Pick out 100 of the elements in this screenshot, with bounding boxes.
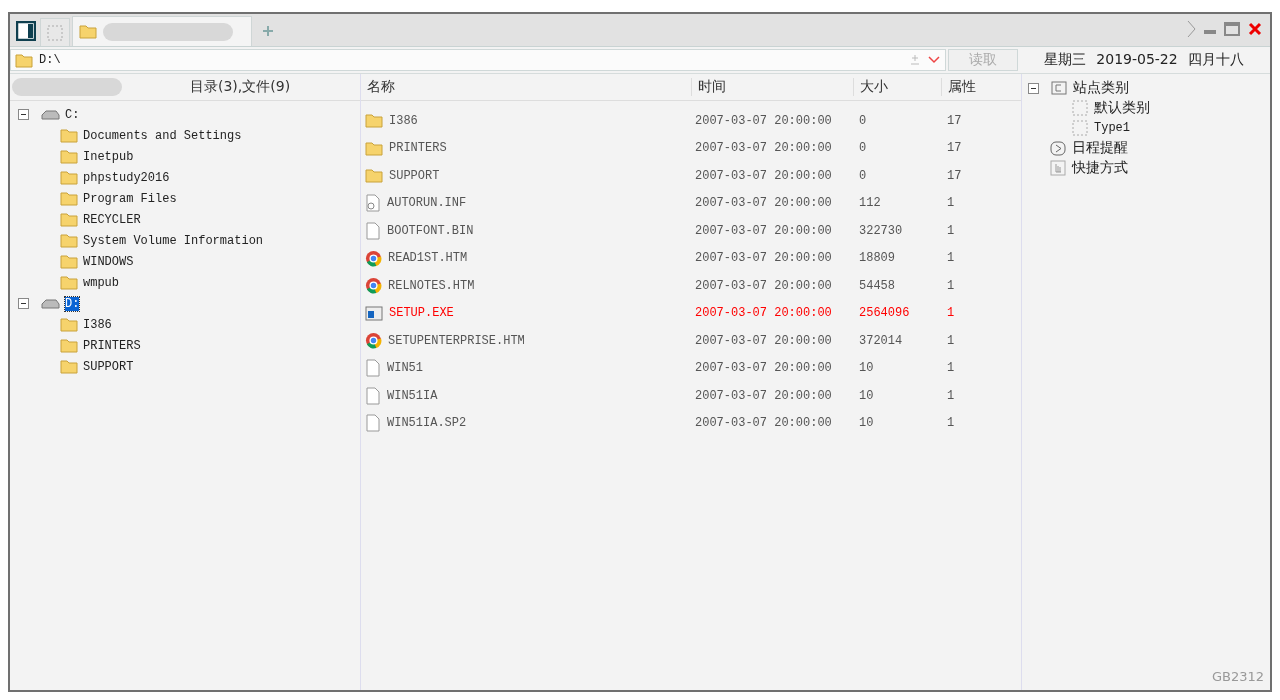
time-cell-text: 2007-03-07 20:00:00 bbox=[694, 168, 833, 183]
size-cell-text: 0 bbox=[858, 141, 868, 156]
file-name-cell[interactable]: RELNOTES.HTM bbox=[361, 277, 691, 295]
document-icon bbox=[365, 221, 381, 240]
file-name-cell[interactable]: SUPPORT bbox=[361, 168, 691, 184]
time-cell-text: 2007-03-07 20:00:00 bbox=[694, 388, 833, 403]
size-cell-text: 2564096 bbox=[858, 306, 911, 321]
size-cell-text: 372014 bbox=[858, 333, 904, 348]
sidebar-toggle-icon[interactable] bbox=[14, 19, 38, 43]
document-icon bbox=[365, 386, 381, 405]
file-name-cell[interactable]: READ1ST.HTM bbox=[361, 249, 691, 267]
lunar-date-text: 四月十八 bbox=[1187, 51, 1244, 69]
tree-item[interactable]: Documents and Settings bbox=[83, 128, 242, 143]
dotted-square-icon bbox=[1072, 120, 1088, 136]
drive-icon bbox=[40, 297, 60, 310]
attribute-cell-text: 1 bbox=[946, 278, 956, 293]
file-name-cell[interactable]: WIN51 bbox=[361, 359, 691, 378]
folder-icon bbox=[60, 149, 78, 164]
attribute-cell-text: 1 bbox=[946, 223, 956, 238]
time-cell-text: 2007-03-07 20:00:00 bbox=[694, 361, 833, 376]
tree-item[interactable]: 站点类别 bbox=[1073, 79, 1129, 97]
plus-minus-icon[interactable] bbox=[909, 54, 921, 66]
folder-icon bbox=[365, 140, 383, 156]
category-icon bbox=[1051, 81, 1067, 95]
file-name-cell[interactable]: I386 bbox=[361, 113, 691, 129]
attribute-cell-text: 1 bbox=[946, 333, 956, 348]
tree-item[interactable]: Type1 bbox=[1094, 121, 1130, 135]
collapse-toggle-icon[interactable] bbox=[1028, 82, 1039, 94]
address-field[interactable]: D:\ bbox=[10, 49, 946, 71]
globe-icon bbox=[365, 249, 382, 267]
file-name-cell[interactable]: WIN51IA bbox=[361, 386, 691, 405]
folder-icon bbox=[365, 113, 383, 129]
column-header[interactable]: 名称 bbox=[361, 78, 691, 96]
tree-item[interactable]: SUPPORT bbox=[83, 359, 134, 374]
tree-item[interactable]: Program Files bbox=[83, 191, 177, 206]
tree-item[interactable]: C: bbox=[65, 107, 80, 122]
tree-item[interactable]: Inetpub bbox=[83, 149, 134, 164]
count-label: 目录(3),文件(9) bbox=[190, 78, 291, 96]
time-cell-text: 2007-03-07 20:00:00 bbox=[694, 113, 833, 128]
tree-item[interactable]: WINDOWS bbox=[83, 254, 134, 269]
chevron-right-icon[interactable] bbox=[1186, 20, 1196, 38]
tree-item[interactable]: 默认类别 bbox=[1094, 99, 1150, 117]
date-text: 2019-05-22 bbox=[1096, 51, 1178, 69]
folder-icon bbox=[60, 359, 78, 374]
time-cell-text: 2007-03-07 20:00:00 bbox=[694, 416, 833, 431]
document-icon bbox=[365, 414, 381, 433]
tree-item[interactable]: System Volume Information bbox=[83, 233, 264, 248]
size-cell-text: 0 bbox=[858, 168, 868, 183]
attribute-cell-text: 1 bbox=[946, 306, 956, 321]
document-icon bbox=[365, 359, 381, 378]
dotted-square-icon bbox=[1072, 100, 1088, 116]
tree-item[interactable]: phpstudy2016 bbox=[83, 170, 170, 185]
column-header[interactable]: 大小 bbox=[853, 78, 941, 96]
time-cell-text: 2007-03-07 20:00:00 bbox=[694, 196, 833, 211]
attribute-cell-text: 1 bbox=[946, 251, 956, 266]
file-name-cell[interactable]: BOOTFONT.BIN bbox=[361, 221, 691, 240]
folder-icon bbox=[79, 24, 97, 39]
tree-item[interactable]: 日程提醒 bbox=[1072, 139, 1128, 157]
play-badge-icon bbox=[1050, 140, 1066, 156]
file-name-cell[interactable]: SETUPENTERPRISE.HTM bbox=[361, 332, 691, 350]
tree-item[interactable]: RECYCLER bbox=[83, 212, 141, 227]
tree-item[interactable]: I386 bbox=[83, 317, 112, 332]
size-cell-text: 0 bbox=[858, 113, 868, 128]
folder-icon bbox=[60, 254, 78, 269]
size-cell-text: 112 bbox=[858, 196, 882, 211]
folder-icon bbox=[60, 128, 78, 143]
attribute-cell-text: 1 bbox=[946, 388, 956, 403]
folder-icon bbox=[60, 233, 78, 248]
folder-icon bbox=[60, 212, 78, 227]
attribute-cell-text: 1 bbox=[946, 416, 956, 431]
time-cell-text: 2007-03-07 20:00:00 bbox=[694, 251, 833, 266]
column-header[interactable]: 属性 bbox=[941, 78, 1021, 96]
size-cell-text: 10 bbox=[858, 416, 875, 431]
attribute-cell-text: 1 bbox=[946, 196, 956, 211]
size-cell-text: 18809 bbox=[858, 251, 896, 266]
collapse-toggle-icon[interactable] bbox=[18, 109, 29, 120]
folder-icon bbox=[365, 168, 383, 184]
close-icon[interactable] bbox=[1248, 22, 1262, 36]
tree-item[interactable]: PRINTERS bbox=[83, 338, 141, 353]
folder-icon bbox=[15, 52, 33, 68]
file-name-cell[interactable]: WIN51IA.SP2 bbox=[361, 414, 691, 433]
file-name-cell[interactable]: SETUP.EXE bbox=[361, 305, 691, 321]
size-cell-text: 322730 bbox=[858, 223, 904, 238]
maximize-icon[interactable] bbox=[1224, 22, 1240, 36]
application-icon bbox=[365, 305, 383, 321]
tree-item[interactable]: 快捷方式 bbox=[1072, 159, 1128, 177]
file-name-cell[interactable]: AUTORUN.INF bbox=[361, 194, 691, 213]
file-name-cell[interactable]: PRINTERS bbox=[361, 140, 691, 156]
attribute-cell-text: 1 bbox=[946, 361, 956, 376]
globe-icon bbox=[365, 332, 382, 350]
collapse-toggle-icon[interactable] bbox=[18, 298, 29, 309]
tree-item[interactable]: D: bbox=[65, 296, 80, 311]
dropdown-caret-icon[interactable] bbox=[927, 55, 941, 65]
column-header[interactable]: 时间 bbox=[691, 78, 853, 96]
time-cell-text: 2007-03-07 20:00:00 bbox=[694, 333, 833, 348]
tree-item[interactable]: wmpub bbox=[83, 275, 119, 290]
folder-icon bbox=[60, 338, 78, 353]
time-cell-text: 2007-03-07 20:00:00 bbox=[694, 306, 833, 321]
folder-icon bbox=[60, 317, 78, 332]
size-cell-text: 10 bbox=[858, 361, 875, 376]
